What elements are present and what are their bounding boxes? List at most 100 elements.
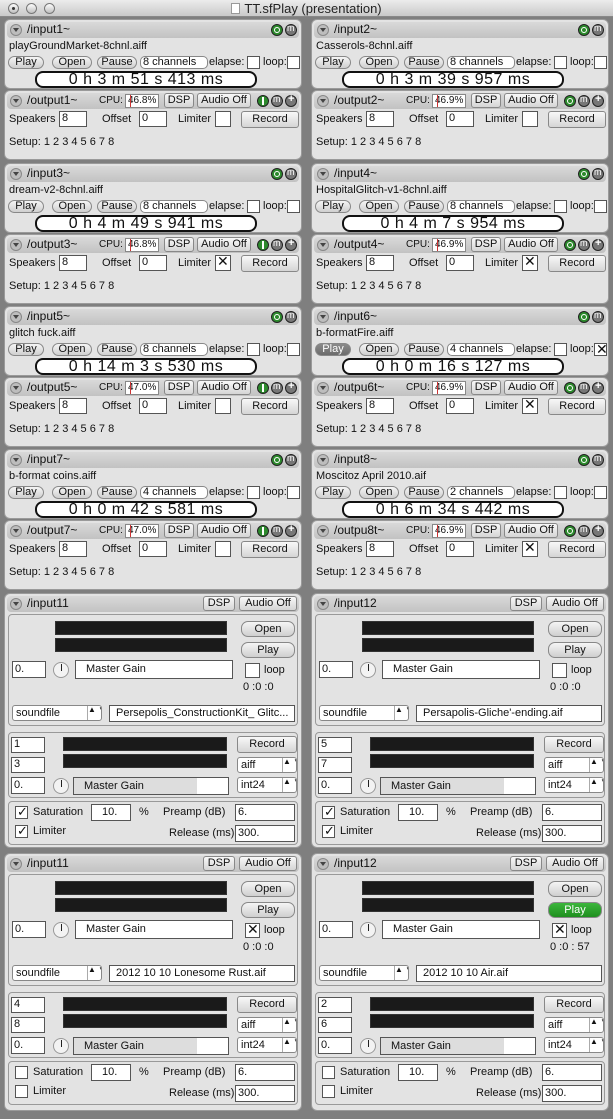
record-channel-1[interactable]: 1 xyxy=(11,737,45,753)
channels-menu[interactable]: 8 channels xyxy=(447,200,515,213)
limiter-checkbox[interactable] xyxy=(522,253,538,271)
speakers-field[interactable]: 8 xyxy=(366,398,394,414)
power-icon[interactable] xyxy=(578,24,590,36)
record-gain-field[interactable]: 0. xyxy=(11,777,45,794)
dsp-button[interactable]: DSP xyxy=(510,856,542,871)
saturation-checkbox[interactable] xyxy=(15,804,28,820)
mute-icon[interactable] xyxy=(271,524,283,537)
audio-off-button[interactable]: Audio Off xyxy=(197,237,251,252)
gain-knob[interactable] xyxy=(360,662,376,678)
power-icon[interactable] xyxy=(578,311,590,323)
audio-off-button[interactable]: Audio Off xyxy=(546,856,604,871)
offset-field[interactable]: 0 xyxy=(139,398,167,414)
pause-button[interactable]: Pause xyxy=(97,343,137,356)
preamp-field[interactable]: 6. xyxy=(542,1064,602,1081)
gain-field[interactable]: 0. xyxy=(319,661,353,678)
add-icon[interactable] xyxy=(592,523,604,537)
collapse-icon[interactable] xyxy=(10,525,22,537)
limiter-checkbox[interactable] xyxy=(215,111,231,127)
pause-button[interactable]: Pause xyxy=(404,56,444,69)
mute-icon[interactable] xyxy=(592,167,604,180)
channels-menu[interactable]: 8 channels xyxy=(447,56,515,69)
audio-off-button[interactable]: Audio Off xyxy=(239,596,297,611)
record-channel-2[interactable]: 3 xyxy=(11,757,45,773)
loop-checkbox[interactable] xyxy=(594,486,607,499)
add-icon[interactable] xyxy=(592,237,604,251)
mute-icon[interactable] xyxy=(285,23,297,36)
saturation-field[interactable]: 10. xyxy=(91,1064,131,1081)
record-button[interactable]: Record xyxy=(548,398,606,415)
bitdepth-menu[interactable]: int24 ▲ ▼ xyxy=(237,1037,297,1053)
saturation-field[interactable]: 10. xyxy=(398,804,438,821)
play-button[interactable]: Play xyxy=(315,56,351,69)
elapse-checkbox[interactable] xyxy=(247,486,260,499)
mute-icon[interactable] xyxy=(578,238,590,251)
record-gain-field[interactable]: 0. xyxy=(11,1037,45,1054)
elapse-checkbox[interactable] xyxy=(554,343,567,356)
record-gain-field[interactable]: 0. xyxy=(318,1037,352,1054)
soundfile-name[interactable]: Persepolis_ConstructionKit_ Glitc... xyxy=(109,705,295,722)
mute-icon[interactable] xyxy=(285,310,297,323)
elapse-checkbox[interactable] xyxy=(554,56,567,69)
audio-off-button[interactable]: Audio Off xyxy=(504,380,558,395)
play-button[interactable]: Play xyxy=(8,200,44,213)
dsp-button[interactable]: DSP xyxy=(164,237,194,252)
play-button[interactable]: Play xyxy=(548,902,602,918)
collapse-icon[interactable] xyxy=(317,525,329,537)
format-menu[interactable]: aiff ▲ ▼ xyxy=(544,1017,604,1033)
add-icon[interactable] xyxy=(285,523,297,537)
bitdepth-menu[interactable]: int24 ▲ ▼ xyxy=(237,777,297,793)
mute-icon[interactable] xyxy=(578,381,590,394)
power-icon[interactable] xyxy=(271,454,283,466)
elapse-checkbox[interactable] xyxy=(247,200,260,213)
record-button[interactable]: Record xyxy=(237,996,297,1013)
mute-icon[interactable] xyxy=(271,381,283,394)
pause-button[interactable]: Pause xyxy=(404,200,444,213)
offset-field[interactable]: 0 xyxy=(139,255,167,271)
audio-off-button[interactable]: Audio Off xyxy=(239,856,297,871)
gain-field[interactable]: 0. xyxy=(12,921,46,938)
audio-off-button[interactable]: Audio Off xyxy=(197,93,251,108)
release-field[interactable]: 300. xyxy=(235,825,295,842)
pause-button[interactable]: Pause xyxy=(404,486,444,499)
record-button[interactable]: Record xyxy=(548,111,606,128)
release-field[interactable]: 300. xyxy=(235,1085,295,1102)
offset-field[interactable]: 0 xyxy=(446,541,474,557)
soundfile-name[interactable]: Persapolis-Gliche'-ending.aif xyxy=(416,705,602,722)
add-icon[interactable] xyxy=(592,93,604,107)
format-menu[interactable]: aiff ▲ ▼ xyxy=(237,757,297,773)
open-button[interactable]: Open xyxy=(548,621,602,637)
dsp-button[interactable]: DSP xyxy=(471,237,501,252)
play-button[interactable]: Play xyxy=(315,343,351,356)
record-gain-knob[interactable] xyxy=(360,778,376,794)
speakers-field[interactable]: 8 xyxy=(366,541,394,557)
dsp-button[interactable]: DSP xyxy=(471,523,501,538)
power-icon[interactable] xyxy=(257,382,269,394)
record-button[interactable]: Record xyxy=(544,996,604,1013)
record-channel-2[interactable]: 8 xyxy=(11,1017,45,1033)
collapse-icon[interactable] xyxy=(317,24,329,36)
power-icon[interactable] xyxy=(271,311,283,323)
collapse-icon[interactable] xyxy=(10,382,22,394)
speakers-field[interactable]: 8 xyxy=(59,111,87,127)
saturation-checkbox[interactable] xyxy=(322,804,335,820)
pause-button[interactable]: Pause xyxy=(97,200,137,213)
release-field[interactable]: 300. xyxy=(542,1085,602,1102)
open-button[interactable]: Open xyxy=(52,486,92,499)
collapse-icon[interactable] xyxy=(10,311,22,323)
loop-checkbox[interactable] xyxy=(594,56,607,69)
audio-off-button[interactable]: Audio Off xyxy=(197,523,251,538)
power-icon[interactable] xyxy=(564,382,576,394)
collapse-icon[interactable] xyxy=(317,95,329,107)
elapse-checkbox[interactable] xyxy=(247,56,260,69)
limiter-checkbox[interactable] xyxy=(15,1085,28,1098)
open-button[interactable]: Open xyxy=(359,343,399,356)
pause-button[interactable]: Pause xyxy=(97,486,137,499)
audio-off-button[interactable]: Audio Off xyxy=(197,380,251,395)
mute-icon[interactable] xyxy=(592,310,604,323)
channels-menu[interactable]: 4 channels xyxy=(447,343,515,356)
mute-icon[interactable] xyxy=(592,23,604,36)
collapse-icon[interactable] xyxy=(10,239,22,251)
channels-menu[interactable]: 8 channels xyxy=(140,200,208,213)
record-button[interactable]: Record xyxy=(241,111,299,128)
